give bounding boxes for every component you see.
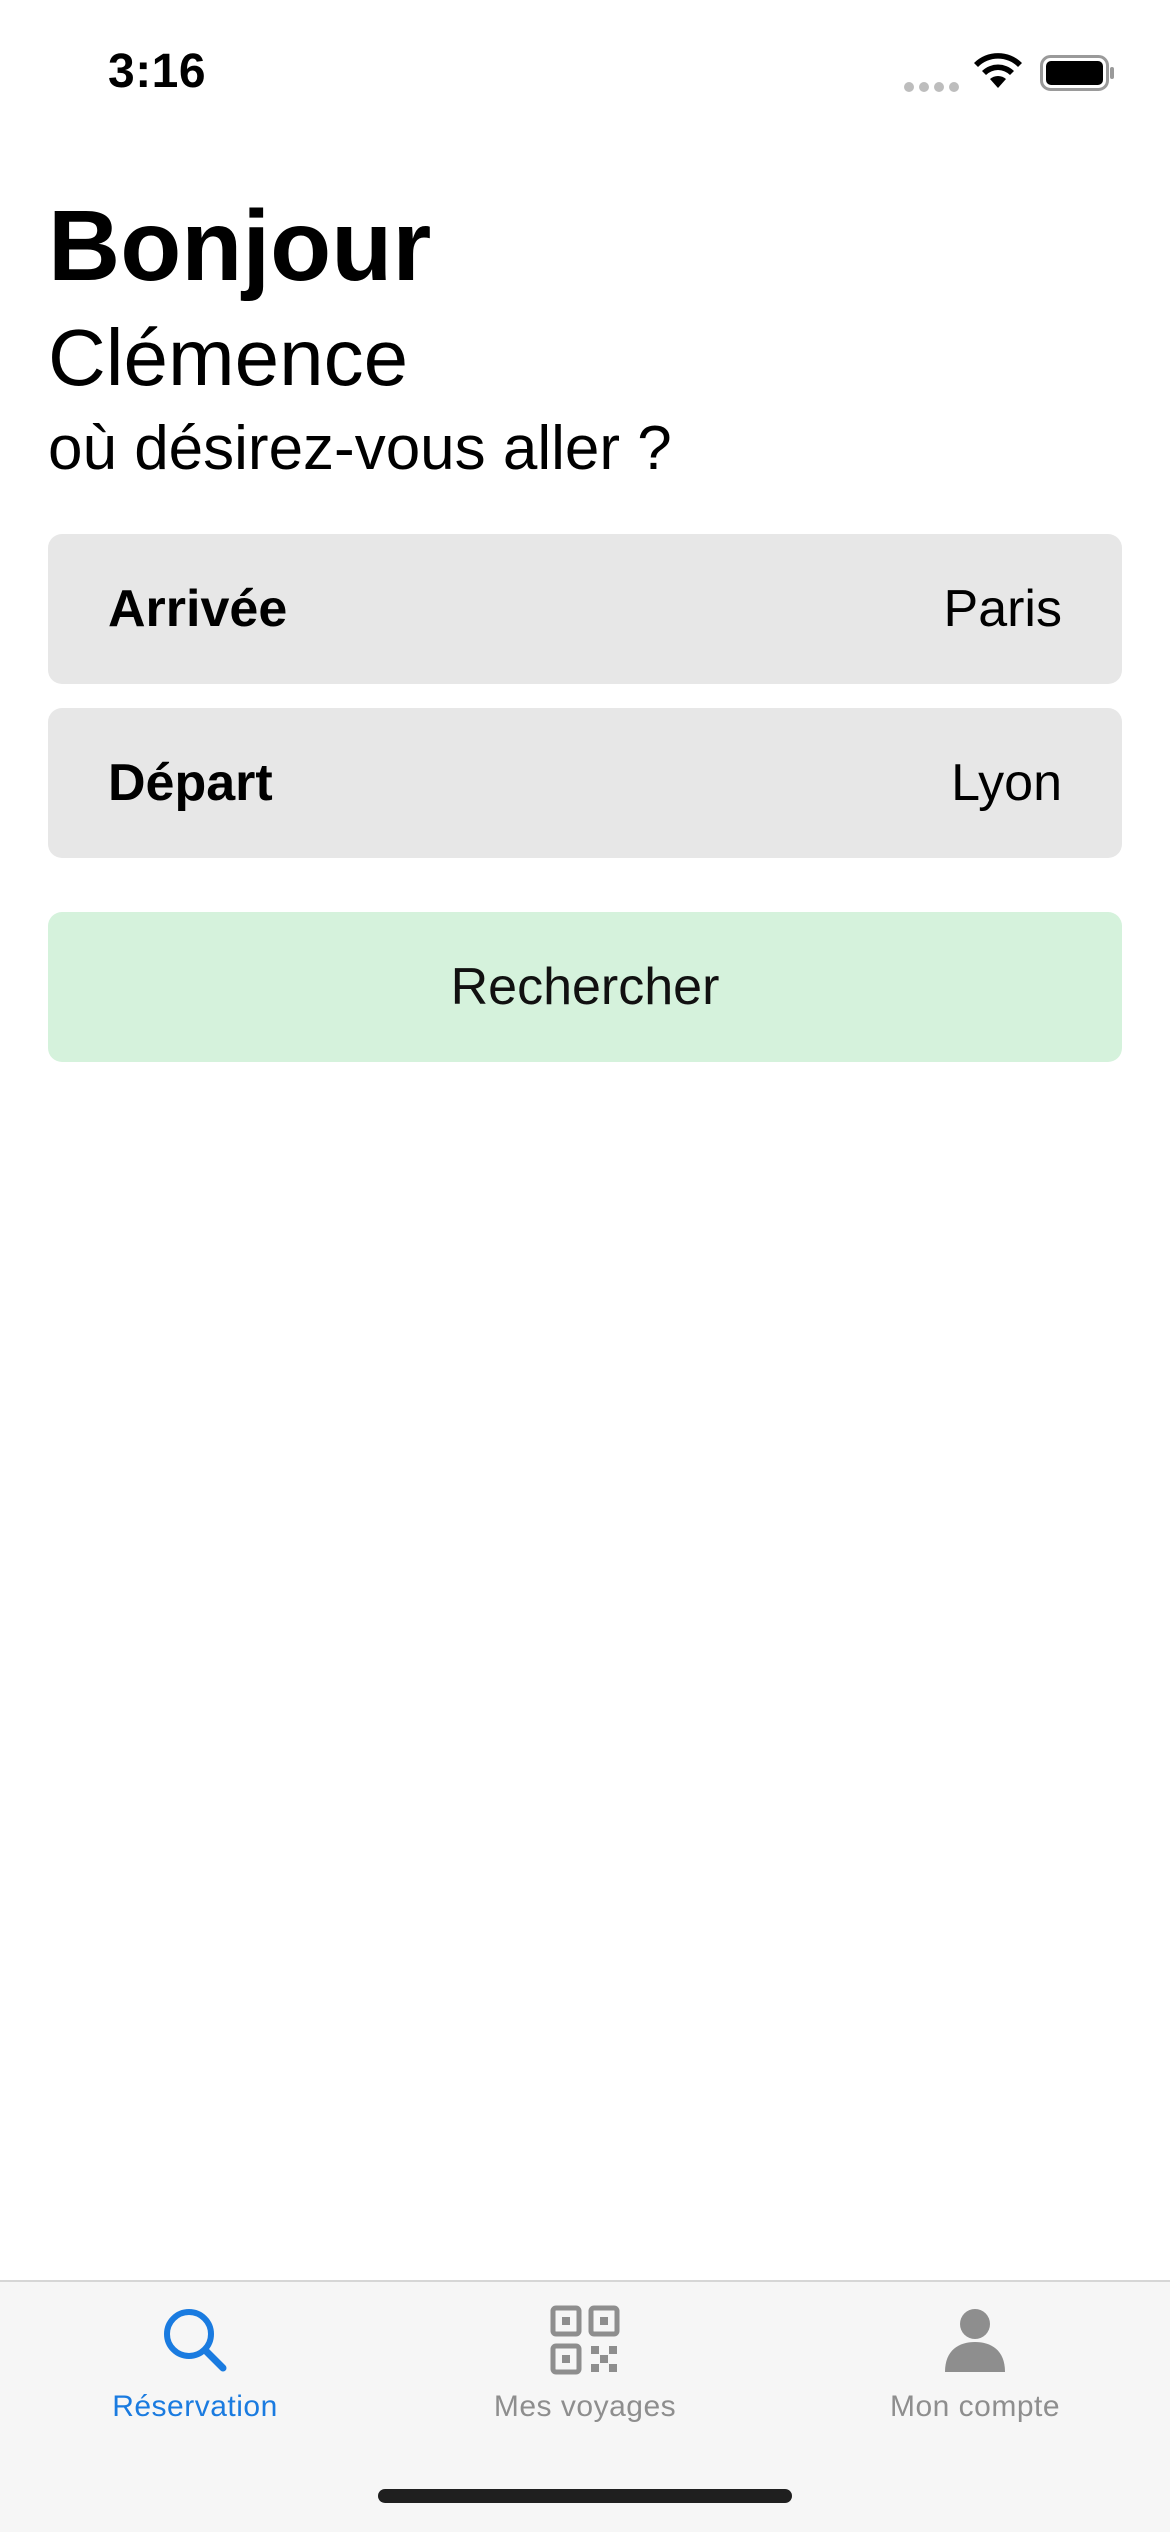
- wifi-icon: [974, 53, 1022, 88]
- tab-reservation[interactable]: Réservation: [0, 2304, 390, 2444]
- tab-reservation-label: Réservation: [112, 2390, 278, 2423]
- cellular-signal-icon: [904, 82, 960, 94]
- app-screen: 3:16 Bonjour Clémence où désirez-vous al…: [0, 0, 1170, 2532]
- home-indicator[interactable]: [378, 2489, 792, 2503]
- departure-label: Départ: [108, 754, 273, 812]
- arrival-field[interactable]: Arrivée Paris: [48, 534, 1122, 684]
- search-icon: [164, 2309, 227, 2372]
- user-name: Clémence: [48, 313, 409, 402]
- departure-field[interactable]: Départ Lyon: [48, 708, 1122, 858]
- destination-question: où désirez-vous aller ?: [48, 414, 672, 483]
- greeting-title: Bonjour: [48, 190, 432, 302]
- qr-code-icon: [550, 2305, 620, 2375]
- status-time: 3:16: [108, 45, 207, 98]
- status-bar: 3:16: [0, 0, 1170, 150]
- tab-mon-compte[interactable]: Mon compte: [780, 2304, 1170, 2444]
- search-button[interactable]: Rechercher: [48, 912, 1122, 1062]
- battery-icon: [1040, 55, 1114, 91]
- tab-mes-voyages-label: Mes voyages: [493, 2390, 677, 2423]
- tab-mes-voyages[interactable]: Mes voyages: [390, 2304, 780, 2444]
- arrival-value: Paris: [943, 580, 1062, 638]
- person-icon: [945, 2309, 1005, 2372]
- tab-mon-compte-label: Mon compte: [889, 2390, 1061, 2423]
- departure-value: Lyon: [951, 754, 1062, 812]
- arrival-label: Arrivée: [108, 580, 288, 638]
